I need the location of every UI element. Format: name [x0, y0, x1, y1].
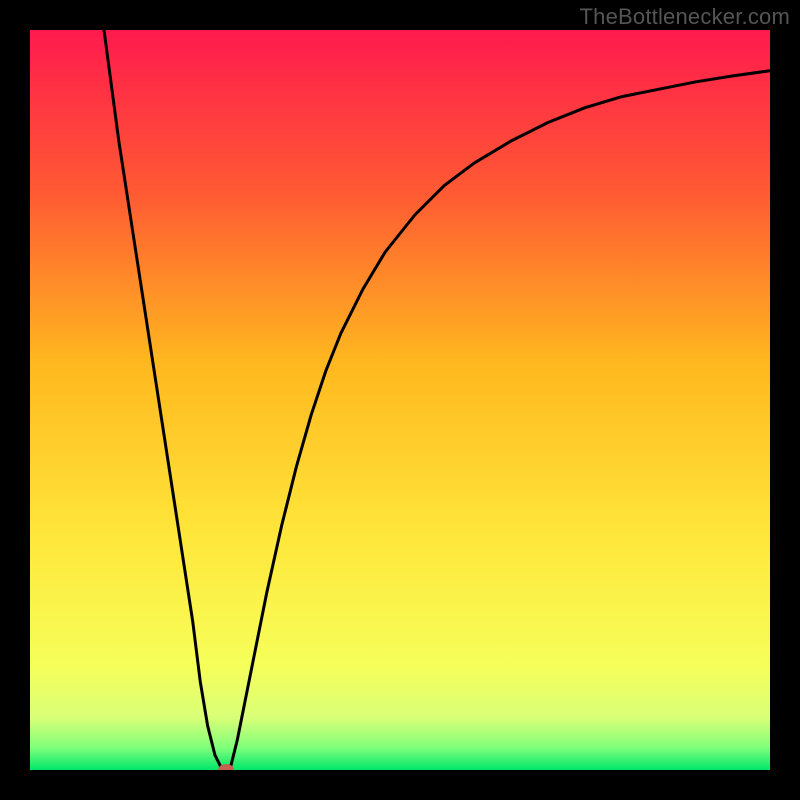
- chart-svg: [30, 30, 770, 770]
- watermark-text: TheBottlenecker.com: [580, 4, 790, 30]
- gradient-background: [30, 30, 770, 770]
- chart-frame: TheBottlenecker.com: [0, 0, 800, 800]
- plot-area: [30, 30, 770, 770]
